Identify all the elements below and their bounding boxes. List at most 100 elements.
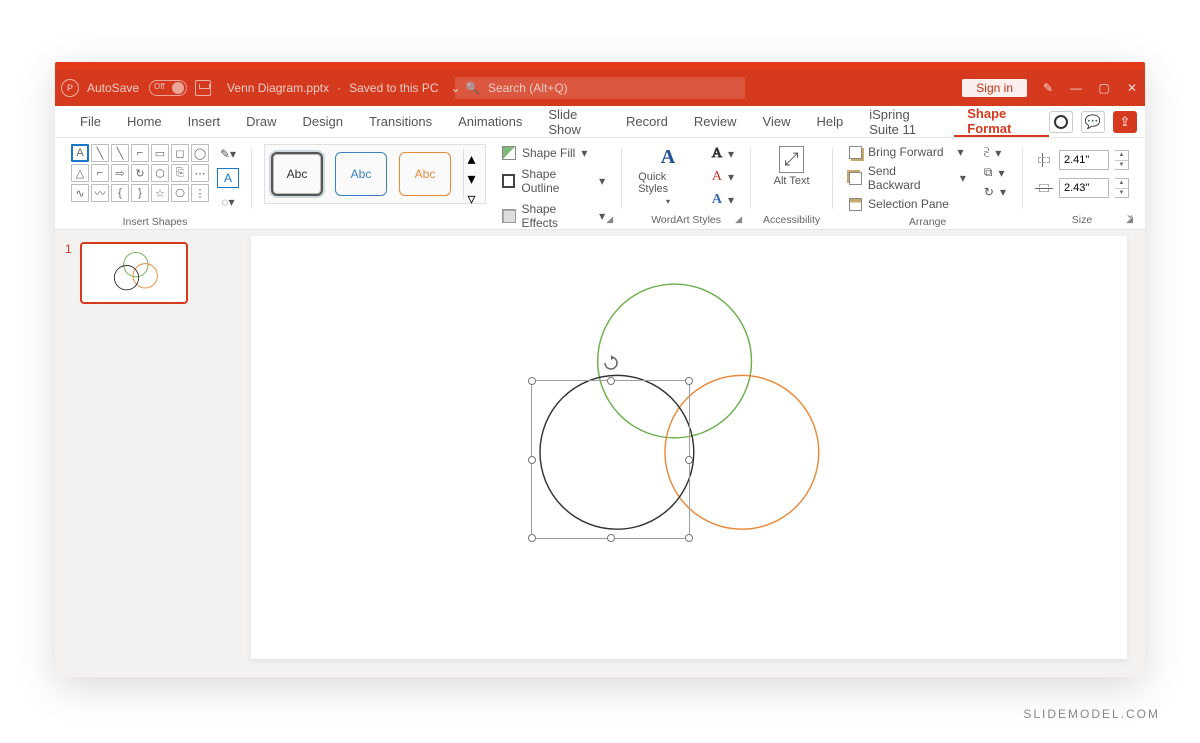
style-preset-orange[interactable]: Abc	[399, 152, 451, 196]
style-preset-black[interactable]: Abc	[271, 152, 323, 196]
save-icon[interactable]	[195, 80, 211, 96]
pen-icon[interactable]: ✎	[1041, 81, 1055, 95]
shape-outline-button[interactable]: Shape Outline▾	[498, 165, 609, 197]
slide-canvas[interactable]	[251, 236, 1127, 659]
tab-home[interactable]: Home	[114, 106, 175, 137]
shape-star-icon[interactable]: ☆	[151, 184, 169, 202]
comments-button[interactable]: 💬	[1081, 111, 1105, 133]
outline-pen-icon	[502, 174, 515, 188]
share-button[interactable]: ⇪	[1113, 111, 1137, 133]
slide-thumbnail-panel[interactable]: 1	[55, 230, 245, 677]
shape-triangle-icon[interactable]: △	[71, 164, 89, 182]
tab-draw[interactable]: Draw	[233, 106, 289, 137]
shape-roundrect-icon[interactable]: ◻	[171, 144, 189, 162]
wordart-label: WordArt Styles	[634, 210, 738, 229]
slide-thumbnail-1[interactable]	[80, 242, 188, 304]
width-input[interactable]: 2.43"	[1059, 178, 1109, 198]
alt-text-button[interactable]: ⤢ Alt Text	[770, 144, 814, 189]
tab-animations[interactable]: Animations	[445, 106, 535, 137]
shape-arrow2-icon[interactable]: ↻	[131, 164, 149, 182]
shape-scribble-icon[interactable]: 〰	[91, 184, 109, 202]
shape-styles-launcher[interactable]: ◢	[606, 214, 613, 225]
send-backward-button[interactable]: Send Backward▾	[845, 163, 970, 193]
group-button[interactable]: ⧉▾	[980, 164, 1010, 181]
draw-textbox-button[interactable]: A	[217, 168, 239, 188]
tab-slide-show[interactable]: Slide Show	[535, 106, 613, 137]
wordart-launcher[interactable]: ◢	[735, 214, 742, 225]
handle-e[interactable]	[685, 456, 693, 464]
text-fill-button[interactable]: A▾	[708, 144, 738, 164]
minimize-button[interactable]: ―	[1069, 81, 1083, 95]
height-input[interactable]: 2.41"	[1059, 150, 1109, 170]
tab-help[interactable]: Help	[803, 106, 856, 137]
group-arrange: Bring Forward▾ Send Backward▾ Selection …	[839, 142, 1016, 229]
tab-insert[interactable]: Insert	[175, 106, 234, 137]
shape-connector-icon[interactable]: ⌐	[131, 144, 149, 162]
shape-effects-button[interactable]: Shape Effects▾	[498, 200, 609, 232]
height-stepper[interactable]: ▲▼	[1115, 150, 1129, 170]
text-outline-button[interactable]: A▾	[708, 167, 738, 187]
tab-view[interactable]: View	[750, 106, 804, 137]
close-button[interactable]: ✕	[1125, 81, 1139, 95]
shape-line-icon[interactable]: ╲	[91, 144, 109, 162]
shape-brace-r-icon[interactable]: }	[131, 184, 149, 202]
shape-doc-icon[interactable]: ⎘	[171, 164, 189, 182]
autosave-toggle[interactable]: Off	[149, 80, 187, 96]
shape-textbox-icon[interactable]: A	[71, 144, 89, 162]
shape-fill-button[interactable]: Shape Fill▾	[498, 144, 609, 162]
shape-callout-icon[interactable]: ⎔	[171, 184, 189, 202]
shape-rect-icon[interactable]: ▭	[151, 144, 169, 162]
handle-ne[interactable]	[685, 377, 693, 385]
tab-shape-format[interactable]: Shape Format	[954, 106, 1049, 137]
shape-line2-icon[interactable]: ╲	[111, 144, 129, 162]
collapse-ribbon-icon[interactable]: ⌄	[1125, 207, 1135, 221]
shape-curve-icon[interactable]: ∿	[71, 184, 89, 202]
bring-forward-button[interactable]: Bring Forward▾	[845, 144, 970, 160]
separator	[750, 148, 751, 209]
shape-more-icon[interactable]: ⋯	[191, 164, 209, 182]
style-preset-blue[interactable]: Abc	[335, 152, 387, 196]
handle-sw[interactable]	[528, 534, 536, 542]
handle-s[interactable]	[607, 534, 615, 542]
app-icon: P	[61, 79, 79, 97]
search-input[interactable]: 🔍 Search (Alt+Q)	[455, 77, 745, 99]
rotation-handle[interactable]	[603, 355, 619, 371]
handle-nw[interactable]	[528, 377, 536, 385]
group-shape-styles: Abc Abc Abc ▴▾▿ Shape Fill▾ Shape Outlin…	[258, 142, 615, 229]
handle-w[interactable]	[528, 456, 536, 464]
tab-ispring[interactable]: iSpring Suite 11	[856, 106, 954, 137]
width-row: 2.43" ▲▼	[1035, 178, 1129, 198]
camera-record-button[interactable]	[1049, 111, 1073, 133]
merge-shapes-button[interactable]: ◌▾	[217, 192, 239, 212]
tab-design[interactable]: Design	[290, 106, 356, 137]
align-button[interactable]: ⫔▾	[980, 144, 1010, 161]
shape-overflow-icon[interactable]: ⋮	[191, 184, 209, 202]
handle-se[interactable]	[685, 534, 693, 542]
shape-elbow-icon[interactable]: ⌐	[91, 164, 109, 182]
signin-button[interactable]: Sign in	[962, 79, 1027, 97]
shapes-gallery[interactable]: A ╲ ╲ ⌐ ▭ ◻ ◯ △ ⌐ ⇨ ↻ ⬡ ⎘ ⋯ ∿ 〰 {	[71, 144, 209, 202]
tab-review[interactable]: Review	[681, 106, 750, 137]
document-filename: Venn Diagram.pptx	[227, 81, 329, 95]
quick-styles-button[interactable]: A Quick Styles▾	[634, 144, 702, 208]
shape-arrow1-icon[interactable]: ⇨	[111, 164, 129, 182]
tab-transitions[interactable]: Transitions	[356, 106, 445, 137]
group-wordart: A Quick Styles▾ A▾ A▾ A▾ WordArt Styles …	[628, 142, 744, 229]
edit-shape-button[interactable]: ✎▾	[217, 144, 239, 164]
tab-file[interactable]: File	[67, 106, 114, 137]
gallery-scroll[interactable]: ▴▾▿	[463, 149, 479, 199]
slide-number: 1	[65, 242, 72, 304]
shape-oval-icon[interactable]: ◯	[191, 144, 209, 162]
rotate-button[interactable]: ↻▾	[980, 184, 1010, 200]
shape-style-gallery[interactable]: Abc Abc Abc ▴▾▿	[264, 144, 486, 204]
shape-hex-icon[interactable]: ⬡	[151, 164, 169, 182]
title-separator: ·	[337, 81, 341, 95]
width-stepper[interactable]: ▲▼	[1115, 178, 1129, 198]
selection-pane-button[interactable]: Selection Pane	[845, 196, 970, 212]
text-effects-button[interactable]: A▾	[708, 190, 738, 210]
handle-n[interactable]	[607, 377, 615, 385]
maximize-button[interactable]: ▢	[1097, 81, 1111, 95]
shape-brace-l-icon[interactable]: {	[111, 184, 129, 202]
selection-box[interactable]	[531, 380, 690, 539]
tab-record[interactable]: Record	[613, 106, 681, 137]
